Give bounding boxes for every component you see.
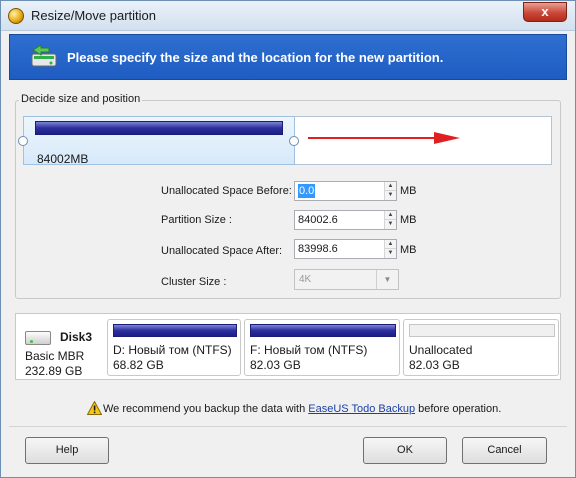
unit-label: MB xyxy=(400,244,417,256)
partition-name: Unallocated xyxy=(409,343,473,357)
close-button[interactable]: x xyxy=(523,2,567,22)
group-label: Decide size and position xyxy=(19,93,143,105)
partition-size: 82.03 GB xyxy=(409,358,460,372)
partition-size: 68.82 GB xyxy=(113,358,164,372)
partition-card-f[interactable]: F: Новый том (NTFS) 82.03 GB xyxy=(244,319,400,376)
partition-usage-bar xyxy=(113,324,237,337)
unallocated-before-label: Unallocated Space Before: xyxy=(161,185,292,197)
spin-up-icon[interactable]: ▲ xyxy=(385,211,396,220)
partition-name: F: Новый том (NTFS) xyxy=(250,343,368,357)
app-disk-icon xyxy=(8,8,24,24)
window-title: Resize/Move partition xyxy=(31,8,156,23)
cancel-button[interactable]: Cancel xyxy=(462,437,547,464)
partition-usage-bar xyxy=(35,121,283,135)
partition-usage-bar xyxy=(409,324,555,337)
chevron-down-icon[interactable]: ▼ xyxy=(376,270,398,289)
right-resize-handle[interactable] xyxy=(289,136,299,146)
resize-partition-icon xyxy=(31,44,57,67)
banner-instruction: Please specify the size and the location… xyxy=(67,50,444,65)
warning-icon xyxy=(87,401,102,415)
partition-size: 82.03 GB xyxy=(250,358,301,372)
disk-name: Disk3 xyxy=(60,330,93,344)
spinner[interactable]: ▲ ▼ xyxy=(384,182,396,200)
disk-type: Basic MBR xyxy=(25,349,85,363)
easeus-todo-backup-link[interactable]: EaseUS Todo Backup xyxy=(308,403,415,415)
partition-card-unallocated[interactable]: Unallocated 82.03 GB xyxy=(403,319,559,376)
disk-capacity: 232.89 GB xyxy=(25,364,83,378)
spin-up-icon[interactable]: ▲ xyxy=(385,240,396,249)
partition-usage-bar xyxy=(250,324,396,337)
partition-size-label: Partition Size : xyxy=(161,214,232,226)
unit-label: MB xyxy=(400,185,417,197)
partition-size-field[interactable]: ▲ ▼ xyxy=(294,210,397,230)
unit-label: MB xyxy=(400,214,417,226)
ok-button[interactable]: OK xyxy=(363,437,447,464)
partition-size-input[interactable] xyxy=(295,211,383,229)
resize-move-dialog: Resize/Move partition x Please specify t… xyxy=(0,0,576,478)
move-right-arrow-icon xyxy=(308,132,460,144)
partition-name: D: Новый том (NTFS) xyxy=(113,343,232,357)
header-banner: Please specify the size and the location… xyxy=(9,34,567,80)
partition-size-display: 84002MB xyxy=(37,152,89,166)
spinner[interactable]: ▲ ▼ xyxy=(384,211,396,229)
spin-down-icon[interactable]: ▼ xyxy=(385,191,396,200)
unallocated-after-input[interactable] xyxy=(295,240,383,258)
title-bar[interactable]: Resize/Move partition x xyxy=(1,1,575,31)
help-button[interactable]: Help xyxy=(25,437,109,464)
left-resize-handle[interactable] xyxy=(18,136,28,146)
backup-recommendation: We recommend you backup the data with Ea… xyxy=(103,403,501,415)
recommend-prefix: We recommend you backup the data with xyxy=(103,403,309,415)
footer-divider xyxy=(9,426,567,427)
spin-down-icon[interactable]: ▼ xyxy=(385,220,396,229)
spin-up-icon[interactable]: ▲ xyxy=(385,182,396,191)
partition-card-d[interactable]: D: Новый том (NTFS) 68.82 GB xyxy=(107,319,241,376)
cluster-size-value: 4K xyxy=(299,274,312,285)
unallocated-after-label: Unallocated Space After: xyxy=(161,245,283,257)
disk-activity-icon xyxy=(30,340,33,343)
cluster-size-select[interactable]: 4K ▼ xyxy=(294,269,399,290)
hard-disk-icon xyxy=(25,331,51,345)
unallocated-after-field[interactable]: ▲ ▼ xyxy=(294,239,397,259)
cluster-size-label: Cluster Size : xyxy=(161,276,227,288)
spin-down-icon[interactable]: ▼ xyxy=(385,249,396,258)
unallocated-before-field[interactable]: 0.0 ▲ ▼ xyxy=(294,181,397,201)
unallocated-before-selection: 0.0 xyxy=(298,184,316,198)
spinner[interactable]: ▲ ▼ xyxy=(384,240,396,258)
recommend-suffix: before operation. xyxy=(415,403,502,415)
